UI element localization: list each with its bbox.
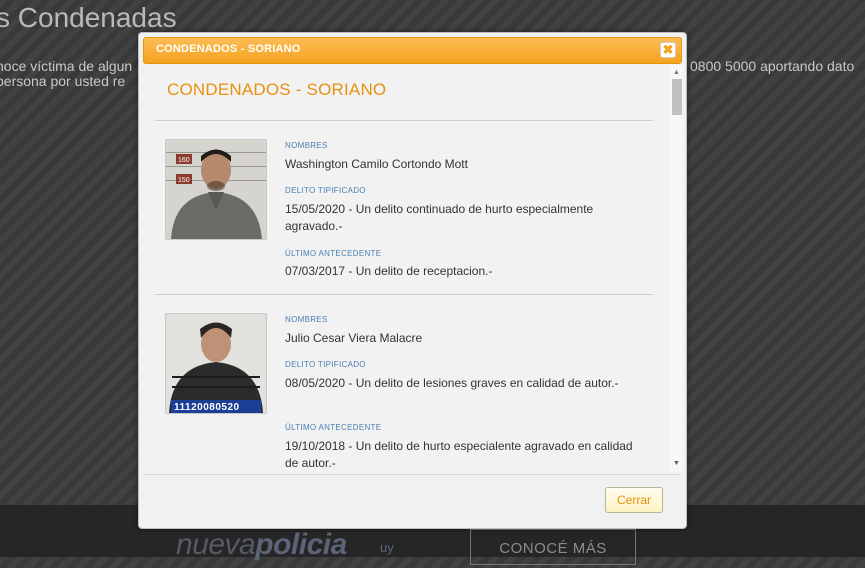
record-name: Julio Cesar Viera Malacre (285, 331, 423, 345)
scroll-down-icon[interactable]: ▼ (673, 460, 680, 467)
dialog-body: CONDENADOS - SORIANO 160 150 NOMBRES Was… (143, 65, 682, 473)
record-antecedente: 07/03/2017 - Un delito de receptacion.- (285, 264, 493, 278)
antecedente-label: ÚLTIMO ANTECEDENTE (285, 423, 382, 432)
cerrar-button[interactable]: Cerrar (605, 487, 663, 513)
nombres-label: NOMBRES (285, 141, 328, 150)
separator (155, 120, 653, 121)
record-antecedente: 19/10/2018 - Un delito de hurto especial… (285, 439, 633, 470)
record-item: 160 150 NOMBRES Washington Camilo Corton… (155, 129, 653, 294)
record-delito: 08/05/2020 - Un delito de lesiones grave… (285, 376, 619, 390)
mugshot-photo: 160 150 (165, 139, 267, 240)
dialog-footer: Cerrar (143, 474, 680, 525)
dialog-title: CONDENADOS - SORIANO (156, 43, 301, 55)
record-delito: 15/05/2020 - Un delito continuado de hur… (285, 202, 594, 233)
separator (155, 294, 653, 295)
photo-mark: 160 (178, 157, 190, 164)
page-text-line: noce víctima de algun (0, 58, 133, 74)
brand-logo-bold: policia (255, 528, 347, 561)
brand-logo-main: nueva (176, 528, 256, 561)
photo-id: 11120080520 (174, 402, 240, 413)
record-item: 11120080520 NOMBRES Julio Cesar Viera Ma… (155, 303, 653, 473)
delito-label: DELITO TIPIFICADO (285, 360, 366, 369)
antecedente-label: ÚLTIMO ANTECEDENTE (285, 249, 382, 258)
page-text-line: persona por usted re (0, 73, 126, 89)
conoce-mas-button[interactable]: CONOCÉ MÁS (470, 529, 636, 565)
body-title: CONDENADOS - SORIANO (167, 80, 387, 99)
record-name: Washington Camilo Cortondo Mott (285, 157, 468, 171)
mugshot-photo: 11120080520 (165, 313, 267, 414)
brand-logo-suffix: uy (380, 540, 394, 555)
photo-mark: 150 (178, 177, 190, 184)
page-title: s Condenadas (0, 2, 177, 33)
page-text-line: 0800 5000 aportando dato (690, 58, 855, 74)
dialog-header: CONDENADOS - SORIANO ✖ (143, 37, 682, 64)
delito-label: DELITO TIPIFICADO (285, 186, 366, 195)
scroll-up-icon[interactable]: ▲ (673, 69, 680, 76)
close-icon[interactable]: ✖ (660, 42, 676, 58)
dialog-scrollbar[interactable]: ▲ ▼ (670, 65, 683, 471)
scrollbar-thumb[interactable] (672, 79, 682, 115)
nombres-label: NOMBRES (285, 315, 328, 324)
condenados-dialog: CONDENADOS - SORIANO ✖ CONDENADOS - SORI… (138, 32, 687, 529)
